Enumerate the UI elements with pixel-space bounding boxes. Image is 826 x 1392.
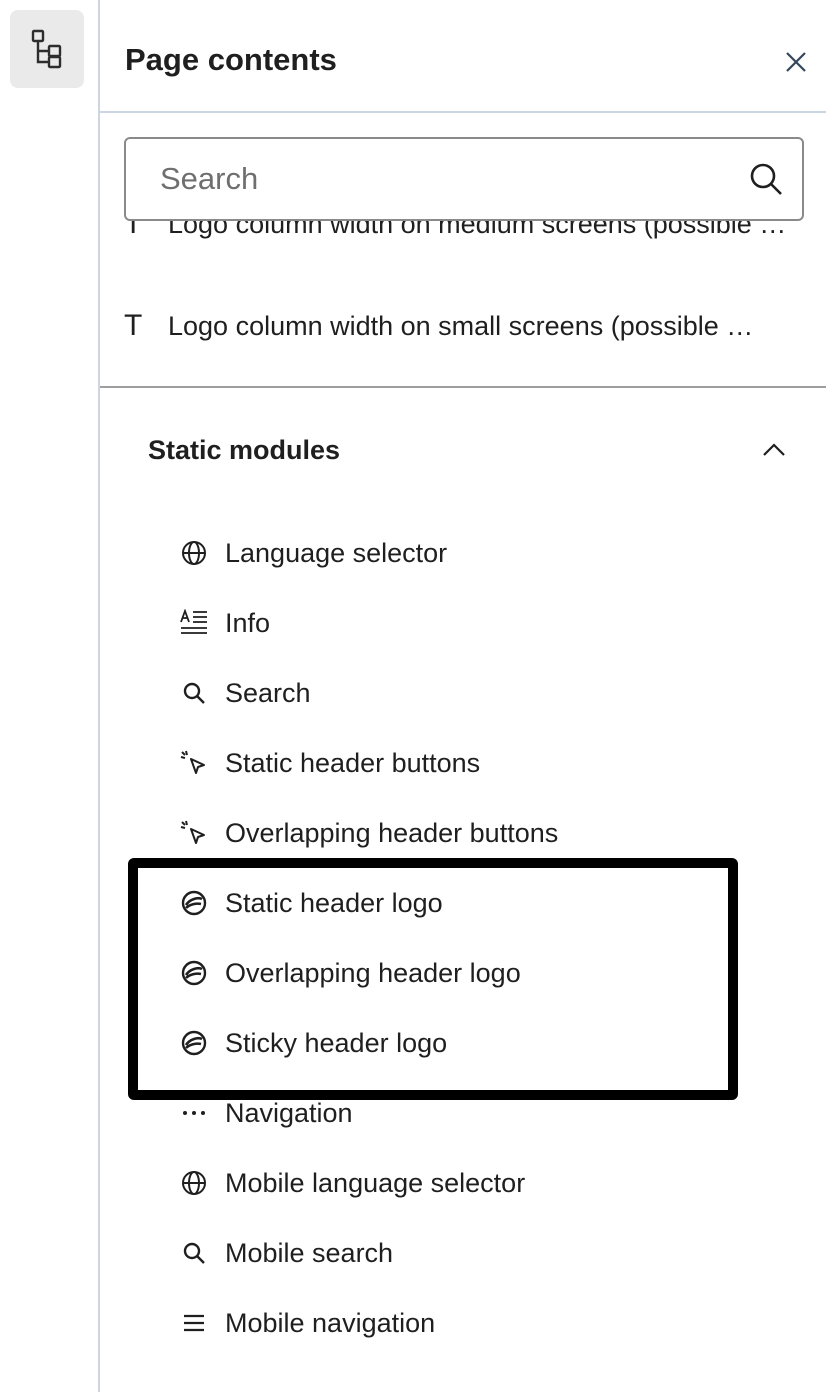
module-navigation[interactable]: Navigation [180,1093,740,1133]
close-icon [786,52,806,72]
search-icon [180,1239,208,1267]
more-dots-icon [180,1099,208,1127]
section-title: Static modules [148,434,341,465]
static-modules-header[interactable]: Static modules [148,428,788,472]
field-row-logo-small[interactable]: T Logo column width on small screens (po… [124,306,804,346]
module-label: Info [225,607,271,638]
module-overlapping-header-logo[interactable]: Overlapping header logo [180,953,740,993]
module-label: Static header logo [225,887,443,918]
module-label: Navigation [225,1097,353,1128]
chevron-up-icon[interactable] [760,436,788,464]
module-search[interactable]: Search [180,673,740,713]
search-icon[interactable] [748,161,784,197]
module-mobile-language-selector[interactable]: Mobile language selector [180,1163,740,1203]
click-cursor-icon [180,819,208,847]
logo-icon [180,1029,208,1057]
rich-text-icon [180,609,208,637]
panel-header: Page contents [100,0,826,113]
module-mobile-navigation[interactable]: Mobile navigation [180,1303,740,1343]
module-static-header-logo[interactable]: Static header logo [180,883,740,923]
section-divider [100,386,826,388]
globe-icon [180,1169,208,1197]
close-button[interactable] [780,46,812,78]
menu-lines-icon [180,1309,208,1337]
module-label: Overlapping header buttons [225,817,559,848]
module-sticky-header-logo[interactable]: Sticky header logo [180,1023,740,1063]
page-contents-panel: T Logo column width on medium screens (p… [100,0,826,1392]
module-label: Overlapping header logo [225,957,521,988]
module-label: Search [225,677,311,708]
search-icon [180,679,208,707]
module-label: Mobile language selector [225,1167,526,1198]
globe-icon [180,539,208,567]
left-rail [0,0,100,1392]
module-language-selector[interactable]: Language selector [180,533,740,573]
search-box[interactable] [124,137,804,221]
module-label: Mobile navigation [225,1307,436,1338]
module-label: Static header buttons [225,747,481,778]
logo-icon [180,959,208,987]
tree-structure-icon [31,29,62,69]
module-label: Language selector [225,537,448,568]
logo-icon [180,889,208,917]
module-label: Sticky header logo [225,1027,448,1058]
field-label: Logo column width on small screens (poss… [168,310,754,341]
module-overlapping-header-buttons[interactable]: Overlapping header buttons [180,813,740,853]
module-info[interactable]: Info [180,603,740,643]
text-field-icon: T [124,309,143,342]
module-label: Mobile search [225,1237,394,1268]
page-contents-toggle-button[interactable] [10,10,84,88]
panel-title: Page contents [125,42,337,77]
search-input[interactable] [160,157,720,201]
module-static-header-buttons[interactable]: Static header buttons [180,743,740,783]
module-mobile-search[interactable]: Mobile search [180,1233,740,1273]
click-cursor-icon [180,749,208,777]
